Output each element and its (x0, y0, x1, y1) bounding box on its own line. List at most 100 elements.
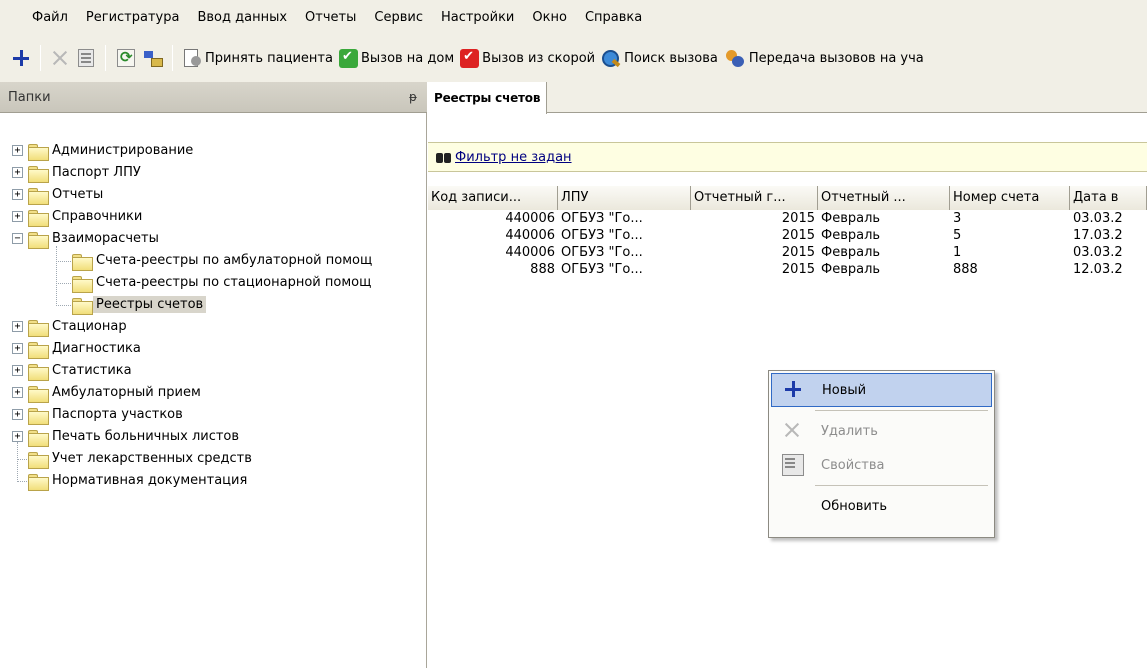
context-menu-refresh[interactable]: Обновить (771, 489, 992, 523)
toolbar: Принять пациента Вызов на дом Вызов из с… (0, 34, 1147, 82)
tree-item-label: Реестры счетов (93, 296, 207, 313)
table-row[interactable]: 440006 ОГБУЗ "Го... 2015 Февраль 1 03.03.2 (428, 244, 1147, 261)
filter-link[interactable]: Фильтр не задан (455, 150, 572, 165)
context-menu-new[interactable]: Новый (771, 373, 992, 407)
cell-report-year: 2015 (781, 262, 815, 277)
tree-item[interactable]: + Отчеты (0, 184, 427, 206)
open-folder-icon (72, 298, 93, 315)
expand-icon[interactable]: + (12, 189, 23, 200)
expand-icon[interactable]: + (12, 343, 23, 354)
menu-service[interactable]: Сервис (365, 10, 432, 25)
tree-item-label: Стационар (52, 319, 127, 334)
expand-icon[interactable]: + (12, 431, 23, 442)
add-button[interactable] (8, 43, 34, 73)
refresh-icon (117, 48, 135, 67)
column-header-record-code[interactable]: Код записи... (428, 186, 558, 210)
tree-item[interactable]: + Печать больничных листов (0, 426, 427, 448)
call-search-icon (601, 48, 621, 68)
tree-item[interactable]: Счета-реестры по амбулаторной помощ (0, 250, 427, 272)
plus-icon (783, 379, 805, 401)
cell-report-month: Февраль (821, 211, 881, 226)
table-row[interactable]: 440006 ОГБУЗ "Го... 2015 Февраль 3 03.03.2 (428, 210, 1147, 227)
menu-file[interactable]: Файл (23, 10, 77, 25)
tree-view-button[interactable] (140, 43, 166, 73)
folder-icon (28, 408, 49, 425)
tab-strip: Реестры счетов (428, 82, 1147, 114)
tree-item[interactable]: + Статистика (0, 360, 427, 382)
menu-data-entry[interactable]: Ввод данных (188, 10, 296, 25)
accept-patient-button[interactable]: Принять пациента (179, 43, 336, 73)
cell-lpu: ОГБУЗ "Го... (561, 228, 643, 243)
column-header-date[interactable]: Дата в (1070, 186, 1147, 210)
column-header-invoice-number[interactable]: Номер счета (950, 186, 1070, 210)
expand-icon[interactable]: + (12, 365, 23, 376)
cell-record-code: 888 (530, 262, 555, 277)
expand-icon[interactable]: + (12, 167, 23, 178)
tree-item[interactable]: + Паспорт ЛПУ (0, 162, 427, 184)
cell-report-year: 2015 (781, 211, 815, 226)
menu-reports[interactable]: Отчеты (296, 10, 365, 25)
toolbar-separator (172, 45, 173, 71)
call-search-button[interactable]: Поиск вызова (598, 43, 721, 73)
expand-icon[interactable]: + (12, 211, 23, 222)
tree-item-label: Справочники (52, 209, 143, 224)
context-menu-properties[interactable]: Свойства (771, 448, 992, 482)
context-menu-new-label: Новый (822, 382, 867, 398)
expand-icon[interactable]: + (12, 145, 23, 156)
tree-item[interactable]: + Амбулаторный прием (0, 382, 427, 404)
folder-icon (72, 254, 93, 271)
folder-icon (28, 364, 49, 381)
tree-connector (17, 481, 27, 482)
tree-connector (56, 305, 71, 306)
tree-item[interactable]: + Диагностика (0, 338, 427, 360)
tab-invoice-registries[interactable]: Реестры счетов (428, 82, 548, 114)
collapse-icon[interactable]: − (12, 233, 23, 244)
context-menu-separator (815, 485, 988, 486)
home-call-label: Вызов на дом (360, 50, 455, 66)
menu-window[interactable]: Окно (523, 10, 576, 25)
ambulance-call-button[interactable]: Вызов из скорой (457, 43, 598, 73)
tree-item[interactable]: + Паспорта участков (0, 404, 427, 426)
column-header-lpu[interactable]: ЛПУ (558, 186, 691, 210)
tree-item[interactable]: + Справочники (0, 206, 427, 228)
pin-icon[interactable]: ᵽ (409, 90, 417, 104)
home-call-icon (338, 48, 358, 68)
properties-icon (782, 454, 804, 476)
table-row[interactable]: 440006 ОГБУЗ "Го... 2015 Февраль 5 17.03.2 (428, 227, 1147, 244)
cell-lpu: ОГБУЗ "Го... (561, 245, 643, 260)
folders-panel-title: Папки (8, 89, 51, 105)
menu-settings[interactable]: Настройки (432, 10, 523, 25)
menu-help[interactable]: Справка (576, 10, 651, 25)
context-menu-delete[interactable]: Удалить (771, 414, 992, 448)
tree-item[interactable]: Реестры счетов (0, 294, 427, 316)
column-header-report-month[interactable]: Отчетный ... (818, 186, 950, 210)
properties-button[interactable] (73, 43, 99, 73)
expand-icon[interactable]: + (12, 387, 23, 398)
cell-date: 12.03.2 (1073, 262, 1123, 277)
tree-item[interactable]: − Взаиморасчеты (0, 228, 427, 250)
refresh-button[interactable] (112, 43, 140, 73)
binoculars-icon (436, 150, 452, 164)
column-header-report-year[interactable]: Отчетный г... (691, 186, 818, 210)
registry-grid: Код записи... ЛПУ Отчетный г... Отчетный… (428, 186, 1147, 278)
tree-item[interactable]: Нормативная документация (0, 470, 427, 492)
tree-item[interactable]: Счета-реестры по стационарной помощ (0, 272, 427, 294)
tree-connector (56, 261, 71, 262)
tree-item-label: Амбулаторный прием (52, 385, 201, 400)
folder-icon (28, 210, 49, 227)
expand-icon[interactable]: + (12, 321, 23, 332)
tree-item[interactable]: + Администрирование (0, 140, 427, 162)
tree-item[interactable]: Учет лекарственных средств (0, 448, 427, 470)
folder-icon (28, 342, 49, 359)
menu-registry[interactable]: Регистратура (77, 10, 189, 25)
cell-report-month: Февраль (821, 245, 881, 260)
expand-icon[interactable]: + (12, 409, 23, 420)
table-row[interactable]: 888 ОГБУЗ "Го... 2015 Февраль 888 12.03.2 (428, 261, 1147, 278)
tree-connector (17, 459, 27, 460)
transfer-calls-button[interactable]: Передача вызовов на уча (721, 43, 927, 73)
folder-icon (28, 188, 49, 205)
delete-button[interactable] (47, 43, 73, 73)
home-call-button[interactable]: Вызов на дом (336, 43, 457, 73)
tree-item-label: Отчеты (52, 187, 104, 202)
tree-item[interactable]: + Стационар (0, 316, 427, 338)
